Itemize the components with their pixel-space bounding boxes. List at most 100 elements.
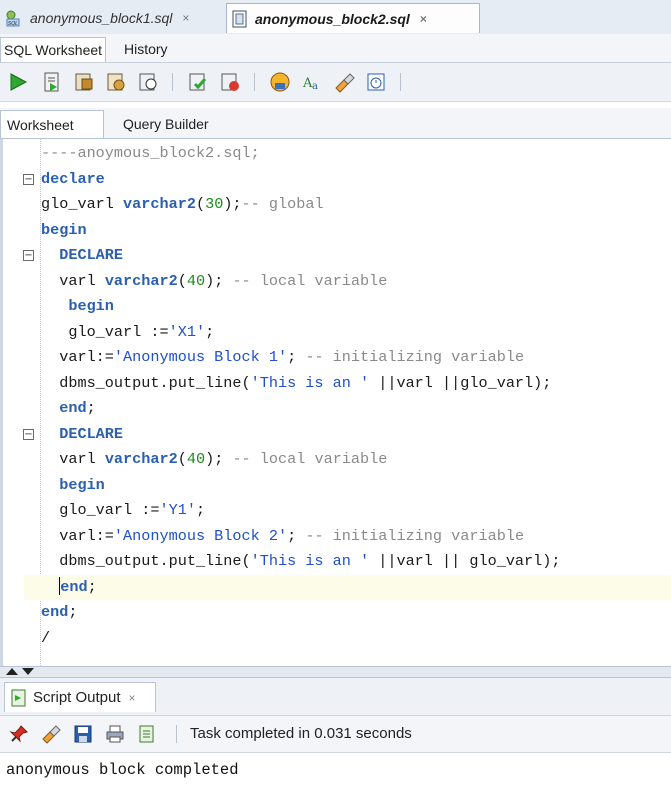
code-token: -- local variable	[232, 271, 388, 290]
code-line[interactable]: glo_varl varchar2(30);-- global	[41, 192, 324, 217]
code-line[interactable]: begin	[41, 473, 105, 498]
code-token: varchar2	[123, 195, 196, 213]
code-line[interactable]: ----anoymous_block2.sql;	[41, 141, 260, 166]
code-line[interactable]: varl:='Anonymous Block 1'; -- initializi…	[41, 345, 524, 370]
worksheet-file-icon	[232, 10, 247, 27]
output-tab-bar: Script Output ×	[0, 678, 671, 716]
code-token: dbms_output.put_line(	[41, 373, 251, 392]
explain-plan-icon[interactable]	[104, 70, 128, 94]
tab-query-builder[interactable]: Query Builder	[117, 110, 215, 138]
code-line[interactable]: declare	[41, 167, 105, 192]
code-line[interactable]: glo_varl :='Y1';	[41, 498, 205, 523]
pin-icon[interactable]	[8, 723, 30, 745]
commit-icon[interactable]	[186, 70, 210, 94]
code-token: DECLARE	[41, 246, 124, 264]
code-line[interactable]: begin	[41, 218, 87, 243]
code-token: -- local variable	[232, 450, 388, 468]
code-token: glo_varl :=	[41, 322, 169, 341]
code-token: varchar2	[104, 271, 178, 290]
split-arrows-icon[interactable]	[4, 667, 44, 677]
code-token: glo_varl :=	[41, 501, 160, 519]
print-icon[interactable]	[104, 723, 126, 745]
file-tab-anonymous-block1[interactable]: SQL anonymous_block1.sql ×	[2, 3, 220, 33]
code-line[interactable]: glo_varl :='X1';	[41, 320, 214, 345]
fold-toggle-icon[interactable]: −	[23, 428, 34, 440]
code-token: end	[41, 603, 69, 621]
code-token: (	[177, 450, 187, 468]
run-script-icon[interactable]	[40, 70, 64, 94]
code-token: glo_varl	[41, 195, 124, 213]
code-token: declare	[41, 169, 105, 188]
sql-file-icon: SQL	[6, 10, 20, 27]
code-token: varl	[41, 450, 105, 468]
script-output-icon	[11, 689, 26, 706]
tab-script-output[interactable]: Script Output ×	[4, 682, 156, 712]
code-token: varl:=	[41, 348, 114, 366]
code-token: 40	[186, 450, 206, 468]
code-line[interactable]: varl varchar2(40); -- local variable	[41, 447, 387, 472]
toolbar-separator	[172, 73, 173, 91]
code-token: ||varl || glo_varl);	[369, 552, 561, 570]
run-statement-icon[interactable]	[6, 70, 30, 94]
tab-worksheet[interactable]: Worksheet	[0, 110, 104, 138]
code-line[interactable]: dbms_output.put_line('This is an ' ||var…	[41, 371, 551, 396]
tab-sql-worksheet[interactable]: SQL Worksheet	[0, 37, 107, 62]
code-token: ;	[287, 348, 306, 366]
code-line[interactable]: begin	[41, 294, 114, 319]
sql-tuning-icon[interactable]	[136, 70, 160, 94]
code-line[interactable]: end;	[41, 575, 97, 600]
code-token: dbms_output.put_line(	[41, 552, 251, 570]
task-status: Task completed in 0.031 seconds	[190, 725, 412, 742]
code-line[interactable]: end;	[41, 396, 95, 421]
code-token: 'Y1'	[159, 501, 196, 519]
close-icon[interactable]: ×	[420, 12, 427, 26]
fold-toggle-icon[interactable]: −	[23, 173, 34, 185]
file-tab-label: anonymous_block2.sql	[255, 10, 410, 27]
code-line[interactable]: DECLARE	[41, 422, 123, 447]
code-line[interactable]: end;	[41, 600, 77, 625]
autotrace-icon[interactable]	[72, 70, 96, 94]
code-token: (	[177, 271, 187, 290]
code-token: ;	[68, 603, 78, 621]
code-token: ;	[287, 526, 306, 545]
tab-history[interactable]: History	[121, 37, 171, 61]
close-icon[interactable]: ×	[129, 691, 136, 705]
sql-history-icon[interactable]	[364, 70, 388, 94]
code-token: end	[41, 399, 87, 417]
open-file-icon[interactable]	[136, 723, 158, 745]
clear-icon[interactable]	[332, 70, 356, 94]
code-token: ;	[87, 577, 97, 596]
code-token: 30	[205, 195, 224, 213]
code-token: begin	[41, 475, 105, 494]
save-icon[interactable]	[72, 723, 94, 745]
code-line[interactable]: dbms_output.put_line('This is an ' ||var…	[41, 549, 561, 574]
toolbar-separator	[400, 73, 401, 91]
code-token: -- initializing variable	[305, 526, 525, 545]
code-token: begin	[41, 297, 114, 315]
close-icon[interactable]: ×	[182, 11, 189, 25]
rollback-icon[interactable]	[218, 70, 242, 94]
sql-editor[interactable]: ----anoymous_block2.sql;declare glo_varl …	[0, 139, 671, 666]
code-token: ;	[195, 501, 206, 519]
code-line[interactable]: DECLARE	[41, 243, 123, 268]
file-tab-label: anonymous_block1.sql	[30, 10, 173, 26]
unshared-sql-icon[interactable]	[268, 70, 292, 94]
code-line[interactable]: varl:='Anonymous Block 2'; -- initializi…	[41, 524, 524, 549]
code-line[interactable]: varl varchar2(40); -- local variable	[41, 269, 387, 294]
eraser-icon[interactable]	[40, 723, 62, 745]
code-token: );	[223, 195, 242, 213]
script-output-body[interactable]: anonymous block completed	[0, 753, 671, 807]
toolbar-separator	[254, 73, 255, 91]
code-line[interactable]: /	[41, 626, 50, 651]
to-upper-icon[interactable]: Aa	[300, 70, 324, 94]
code-token: varchar2	[104, 450, 178, 468]
panel-splitter[interactable]	[0, 666, 671, 678]
file-tab-anonymous-block2[interactable]: anonymous_block2.sql ×	[226, 3, 480, 33]
fold-toggle-icon[interactable]: −	[23, 250, 34, 261]
file-tab-bar: SQL anonymous_block1.sql × anonymous_blo…	[0, 0, 671, 35]
code-token: 'This is an '	[250, 552, 370, 570]
output-text: anonymous block completed	[6, 761, 239, 779]
code-token: 'Anonymous Block 2'	[113, 526, 288, 545]
code-token: varl:=	[41, 526, 114, 545]
